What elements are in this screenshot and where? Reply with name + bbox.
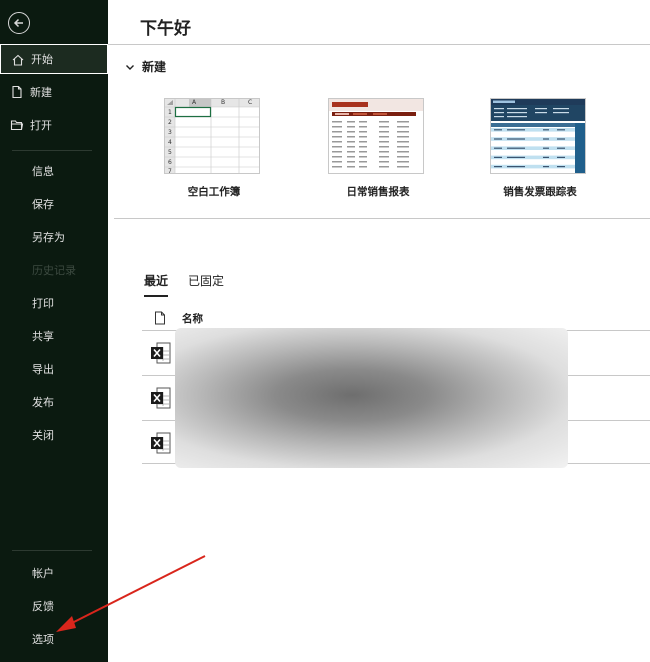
sidebar-item-history: 历史记录 [0, 255, 108, 285]
sidebar-item-save-as[interactable]: 另存为 [0, 222, 108, 252]
template-caption: 销售发票跟踪表 [503, 186, 577, 198]
row-header: 7 [168, 168, 172, 174]
template-thumbnail [490, 98, 586, 174]
template-thumbnail: A B C 1 2 3 4 5 6 7 [164, 98, 260, 174]
column-header: B [221, 99, 226, 106]
back-button[interactable] [8, 12, 30, 34]
new-section-toggle[interactable]: 新建 [124, 58, 166, 75]
sidebar-item-label: 关闭 [32, 429, 54, 442]
section-divider [114, 218, 650, 219]
sidebar-item-label: 发布 [32, 396, 54, 409]
header-divider [108, 44, 650, 45]
new-document-icon [12, 85, 22, 99]
spreadsheet-grid-thumbnail [165, 99, 259, 173]
template-blank-workbook[interactable]: A B C 1 2 3 4 5 6 7 空白工作簿 [164, 98, 264, 198]
sidebar-item-options[interactable]: 选项 [0, 624, 108, 654]
tab-recent[interactable]: 最近 [144, 272, 169, 297]
chevron-down-icon [126, 64, 134, 70]
sidebar-item-print[interactable]: 打印 [0, 288, 108, 318]
sidebar-item-label: 新建 [30, 86, 52, 99]
sidebar-item-label: 共享 [32, 330, 54, 343]
section-title: 新建 [142, 60, 167, 74]
sidebar-item-label: 信息 [32, 165, 54, 178]
sidebar-item-label: 另存为 [32, 231, 65, 244]
tab-pinned[interactable]: 已固定 [188, 272, 224, 297]
page-title: 下午好 [140, 19, 191, 39]
excel-file-icon [151, 387, 171, 409]
sidebar-item-label: 导出 [32, 363, 54, 376]
sidebar-divider [12, 150, 92, 151]
document-icon [155, 311, 165, 325]
sidebar-item-export[interactable]: 导出 [0, 354, 108, 384]
template-sales-invoice-tracker[interactable]: 销售发票跟踪表 [490, 98, 590, 198]
sales-report-thumbnail [329, 99, 423, 168]
sidebar-item-share[interactable]: 共享 [0, 321, 108, 351]
row-header: 5 [168, 149, 172, 156]
column-header: A [192, 99, 197, 106]
file-list-tabs: 最近 已固定 [144, 272, 244, 297]
template-thumbnail [328, 98, 424, 174]
sidebar-item-open[interactable]: 打开 [0, 110, 108, 140]
row-header: 4 [168, 139, 172, 146]
sidebar-item-account[interactable]: 帐户 [0, 558, 108, 588]
home-icon [12, 54, 24, 66]
sidebar-item-feedback[interactable]: 反馈 [0, 591, 108, 621]
invoice-tracker-thumbnail [491, 99, 585, 173]
back-arrow-icon [13, 18, 23, 28]
sidebar-divider [12, 550, 92, 551]
row-header: 2 [168, 119, 172, 126]
redacted-file-names [175, 328, 568, 468]
sidebar-item-label: 选项 [32, 633, 54, 646]
sidebar-item-home[interactable]: 开始 [0, 44, 108, 74]
template-daily-sales-report[interactable]: 日常销售报表 [328, 98, 428, 198]
template-caption: 日常销售报表 [346, 186, 410, 198]
sidebar-item-label: 历史记录 [32, 264, 76, 277]
excel-file-icon [151, 432, 171, 454]
sidebar-item-publish[interactable]: 发布 [0, 387, 108, 417]
template-caption: 空白工作簿 [187, 186, 241, 198]
sidebar-item-label: 保存 [32, 198, 54, 211]
row-header: 1 [168, 109, 172, 116]
file-list-header: 名称 [142, 306, 650, 330]
row-header: 6 [168, 159, 172, 166]
excel-backstage-window: 开始 新建 打开 信息 保存 另存为 历史记录 打印 共享 导出 发布 关闭 帐… [0, 0, 650, 662]
sidebar-item-label: 反馈 [32, 600, 54, 613]
sidebar-item-label: 打印 [32, 297, 54, 310]
sidebar-item-close[interactable]: 关闭 [0, 420, 108, 450]
sidebar-item-label: 开始 [31, 53, 53, 66]
column-header-name: 名称 [182, 312, 203, 325]
sidebar-item-info[interactable]: 信息 [0, 156, 108, 186]
sidebar-item-new[interactable]: 新建 [0, 77, 108, 107]
excel-file-icon [151, 342, 171, 364]
row-header: 3 [168, 129, 172, 136]
open-folder-icon [10, 120, 24, 131]
sidebar-item-label: 打开 [30, 119, 52, 132]
backstage-sidebar: 开始 新建 打开 信息 保存 另存为 历史记录 打印 共享 导出 发布 关闭 帐… [0, 0, 108, 662]
sidebar-item-save[interactable]: 保存 [0, 189, 108, 219]
column-header: C [248, 99, 253, 106]
sidebar-item-label: 帐户 [32, 567, 54, 580]
